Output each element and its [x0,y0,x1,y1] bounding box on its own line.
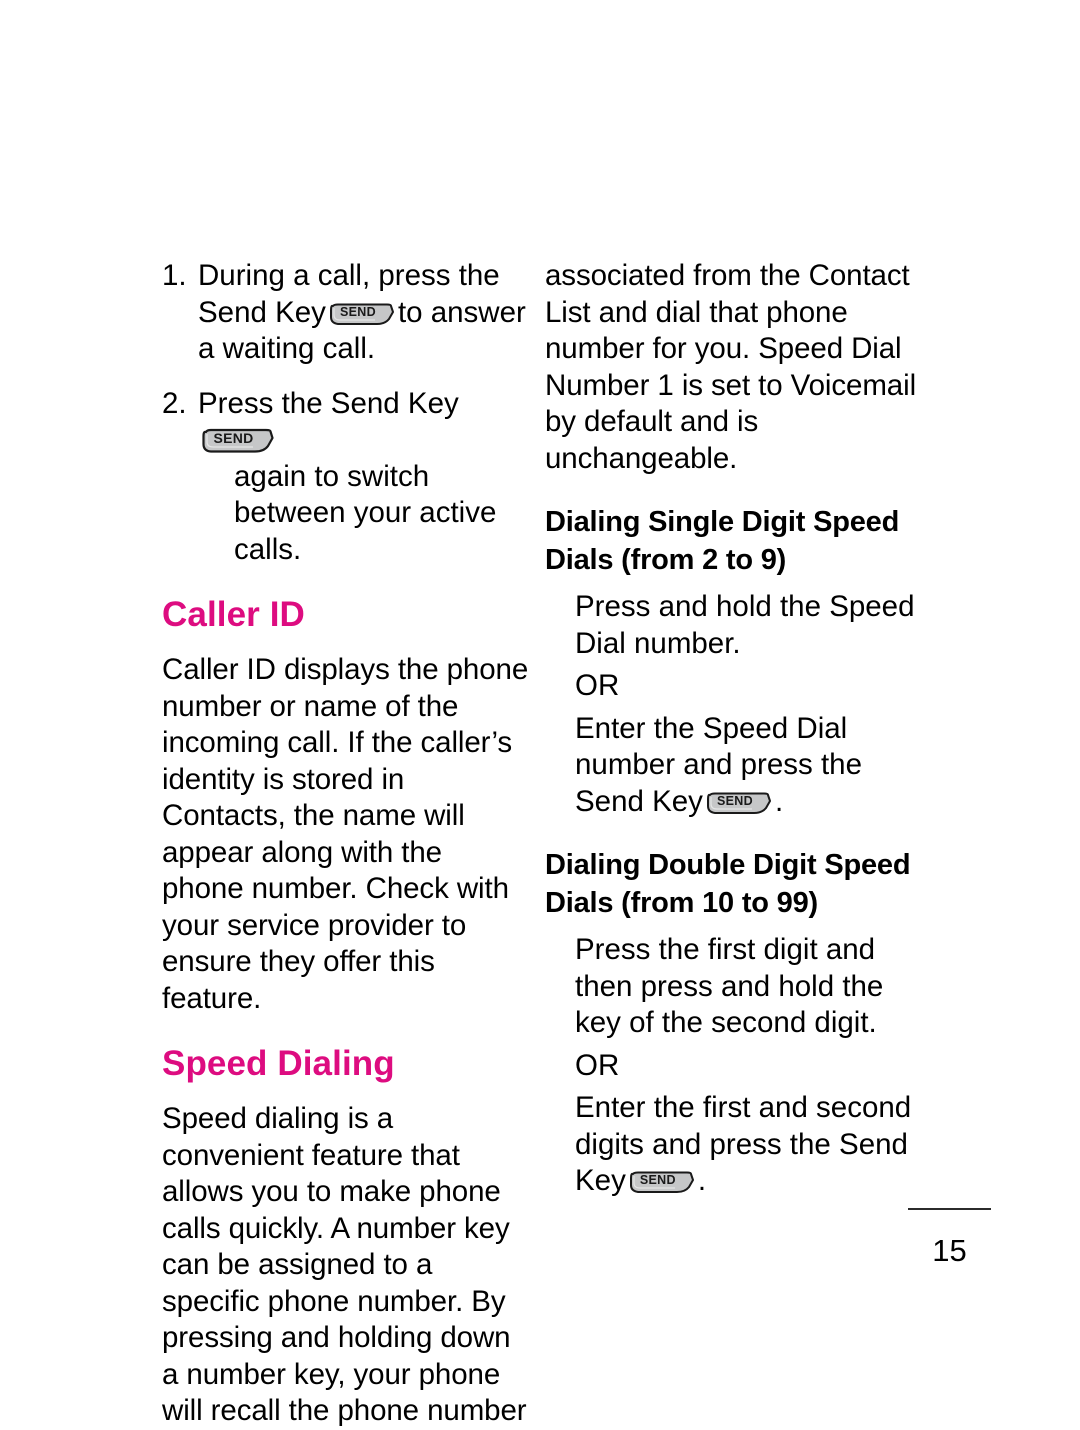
send-key-label: SEND [213,430,254,446]
double-digit-step-one: Press the first digit and then press and… [575,933,884,1039]
list-marker: 2. [162,386,187,420]
step-text-after-icon: . [774,784,784,818]
page-number: 15 [932,1233,967,1268]
list-item-body: During a call, press the Send Key SEND to … [198,259,526,365]
send-key-label: SEND [716,793,753,808]
single-digit-or-label: OR [575,669,620,702]
section-body-caller-id: Caller ID displays the phone number or n… [162,653,529,1015]
footer-divider [908,1208,991,1210]
double-digit-step-two: Enter the first and second digits and pr… [575,1090,937,1200]
send-key-label: SEND [339,304,376,319]
list-item-body: Press the Send Key SEND [198,387,459,457]
continuation-paragraph: associated from the Contact List and dia… [545,259,917,475]
section-body-speed-dialing: Speed dialing is a convenient feature th… [162,1102,527,1427]
list-item: 1. During a call, press the Send Key SEND… [162,258,530,368]
single-digit-step-two: Enter the Speed Dial number and press th… [575,711,937,821]
subheading-double-digit-speed-dials: Dialing Double Digit Speed Dials (from 1… [545,849,911,919]
send-key-icon: SEND [201,427,275,456]
single-digit-step-one: Press and hold the Speed Dial number. [575,590,915,660]
double-digit-steps: Press the first digit and then press and… [545,932,937,1200]
list-item: 2. Press the Send Key SEND again to switc… [162,386,530,569]
list-marker: 1. [162,259,187,292]
single-digit-steps: Press and hold the Speed Dial number. OR… [545,589,937,820]
step-text-before-icon: Press the Send Key [198,386,459,420]
double-digit-or-label: OR [575,1048,620,1082]
send-key-icon: SEND [706,791,772,817]
send-key-icon: SEND [629,1170,695,1196]
send-key-icon: SEND [329,302,395,328]
manual-page: 1. During a call, press the Send Key SEND… [0,0,1080,1430]
section-heading-caller-id: Caller ID [162,595,305,634]
right-column: associated from the Contact List and dia… [545,258,937,1206]
send-key-label: SEND [639,1173,676,1187]
step-text-after-icon: . [697,1164,707,1197]
numbered-steps-list: 1. During a call, press the Send Key SEND… [162,258,530,568]
section-heading-speed-dialing: Speed Dialing [162,1044,395,1083]
left-column: 1. During a call, press the Send Key SEND… [162,258,530,1430]
step-text-before-icon: Enter the first and second digits and pr… [575,1091,912,1197]
subheading-single-digit-speed-dials: Dialing Single Digit Speed Dials (from 2… [545,506,900,576]
step-text-after-icon: again to switch between your active call… [234,459,497,566]
